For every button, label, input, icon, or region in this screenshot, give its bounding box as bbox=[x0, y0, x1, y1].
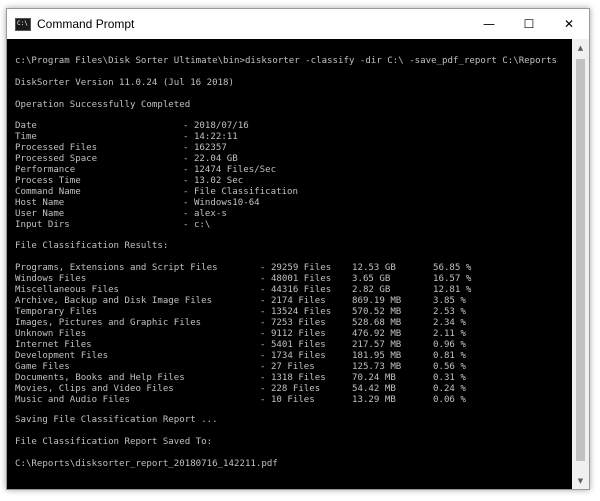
result-category: Unknown Files bbox=[15, 329, 87, 339]
status-line: Operation Successfully Completed bbox=[15, 100, 191, 110]
result-size: 476.92 MB bbox=[352, 329, 402, 339]
result-size: 181.95 MB bbox=[352, 351, 402, 361]
info-label: Processed Space bbox=[15, 154, 98, 164]
result-percent: 2.53 % bbox=[433, 307, 466, 317]
report-path: C:\Reports\disksorter_report_20180716_14… bbox=[15, 459, 278, 469]
info-label: Process Time bbox=[15, 176, 81, 186]
result-size: 12.53 GB bbox=[352, 263, 396, 273]
result-size: 869.19 MB bbox=[352, 296, 402, 306]
result-size: 125.73 MB bbox=[352, 362, 402, 372]
result-size: 570.52 MB bbox=[352, 307, 402, 317]
result-size: 217.57 MB bbox=[352, 340, 402, 350]
result-category: Game Files bbox=[15, 362, 70, 372]
result-percent: 0.96 % bbox=[433, 340, 466, 350]
minimize-button[interactable]: — bbox=[469, 9, 509, 39]
info-value: - c:\ bbox=[183, 220, 211, 230]
result-percent: 2.11 % bbox=[433, 329, 466, 339]
result-files: - 2174 Files bbox=[260, 296, 326, 306]
info-value: - 162357 bbox=[183, 143, 227, 153]
result-category: Development Files bbox=[15, 351, 109, 361]
info-value: - File Classification bbox=[183, 187, 298, 197]
version-line: DiskSorter Version 11.0.24 (Jul 16 2018) bbox=[15, 78, 234, 88]
result-category: Programs, Extensions and Script Files bbox=[15, 263, 218, 273]
result-files: - 44316 Files bbox=[260, 285, 332, 295]
info-label: Time bbox=[15, 132, 37, 142]
info-value: - 22.04 GB bbox=[183, 154, 238, 164]
result-size: 54.42 MB bbox=[352, 384, 396, 394]
command-line: c:\Program Files\Disk Sorter Ultimate\bi… bbox=[15, 56, 558, 66]
result-percent: 2.34 % bbox=[433, 318, 466, 328]
info-label: Performance bbox=[15, 165, 76, 175]
result-category: Music and Audio Files bbox=[15, 395, 130, 405]
result-percent: 0.06 % bbox=[433, 395, 466, 405]
result-percent: 3.85 % bbox=[433, 296, 466, 306]
result-files: - 7253 Files bbox=[260, 318, 326, 328]
info-value: - alex-s bbox=[183, 209, 227, 219]
result-percent: 12.81 % bbox=[433, 285, 472, 295]
result-category: Movies, Clips and Video Files bbox=[15, 384, 174, 394]
result-category: Archive, Backup and Disk Image Files bbox=[15, 296, 213, 306]
info-value: - 14:22:11 bbox=[183, 132, 238, 142]
result-percent: 0.81 % bbox=[433, 351, 466, 361]
result-category: Windows Files bbox=[15, 274, 87, 284]
result-files: - 10 Files bbox=[260, 395, 315, 405]
result-files: - 5401 Files bbox=[260, 340, 326, 350]
saving-line: Saving File Classification Report ... bbox=[15, 415, 218, 425]
result-files: - 13524 Files bbox=[260, 307, 332, 317]
result-category: Temporary Files bbox=[15, 307, 98, 317]
saved-line: File Classification Report Saved To: bbox=[15, 437, 213, 447]
result-category: Documents, Books and Help Files bbox=[15, 373, 185, 383]
console-output[interactable]: c:\Program Files\Disk Sorter Ultimate\bi… bbox=[7, 39, 572, 489]
cmd-icon bbox=[15, 17, 31, 31]
info-label: Date bbox=[15, 121, 37, 131]
info-value: - 2018/07/16 bbox=[183, 121, 249, 131]
window-controls: — ☐ ✕ bbox=[469, 9, 589, 39]
result-files: - 27 Files bbox=[260, 362, 315, 372]
result-files: - 9112 Files bbox=[260, 329, 326, 339]
info-value: - 12474 Files/Sec bbox=[183, 165, 277, 175]
result-files: - 228 Files bbox=[260, 384, 321, 394]
vertical-scrollbar[interactable]: ▲ ▼ bbox=[572, 39, 589, 489]
scroll-down-icon[interactable]: ▼ bbox=[572, 472, 589, 489]
info-label: Processed Files bbox=[15, 143, 98, 153]
result-files: - 29259 Files bbox=[260, 263, 332, 273]
info-value: - Windows10-64 bbox=[183, 198, 260, 208]
title-bar[interactable]: Command Prompt — ☐ ✕ bbox=[7, 9, 589, 39]
info-value: - 13.02 Sec bbox=[183, 176, 244, 186]
window-title: Command Prompt bbox=[37, 17, 135, 31]
close-button[interactable]: ✕ bbox=[549, 9, 589, 39]
result-percent: 0.56 % bbox=[433, 362, 466, 372]
result-files: - 1734 Files bbox=[260, 351, 326, 361]
result-percent: 0.24 % bbox=[433, 384, 466, 394]
result-files: - 48001 Files bbox=[260, 274, 332, 284]
maximize-button[interactable]: ☐ bbox=[509, 9, 549, 39]
info-label: Host Name bbox=[15, 198, 65, 208]
result-percent: 0.31 % bbox=[433, 373, 466, 383]
info-label: Input Dirs bbox=[15, 220, 70, 230]
result-files: - 1318 Files bbox=[260, 373, 326, 383]
result-size: 13.29 MB bbox=[352, 395, 396, 405]
info-label: Command Name bbox=[15, 187, 81, 197]
info-label: User Name bbox=[15, 209, 65, 219]
result-category: Miscellaneous Files bbox=[15, 285, 120, 295]
result-size: 70.24 MB bbox=[352, 373, 396, 383]
result-size: 2.82 GB bbox=[352, 285, 391, 295]
result-percent: 56.85 % bbox=[433, 263, 472, 273]
results-header: File Classification Results: bbox=[15, 241, 169, 251]
result-size: 3.65 GB bbox=[352, 274, 391, 284]
result-category: Images, Pictures and Graphic Files bbox=[15, 318, 202, 328]
result-category: Internet Files bbox=[15, 340, 92, 350]
result-size: 528.68 MB bbox=[352, 318, 402, 328]
command-prompt-window: Command Prompt — ☐ ✕ c:\Program Files\Di… bbox=[6, 8, 590, 490]
scroll-up-icon[interactable]: ▲ bbox=[572, 39, 589, 56]
result-percent: 16.57 % bbox=[433, 274, 472, 284]
scrollbar-thumb[interactable] bbox=[576, 59, 585, 461]
